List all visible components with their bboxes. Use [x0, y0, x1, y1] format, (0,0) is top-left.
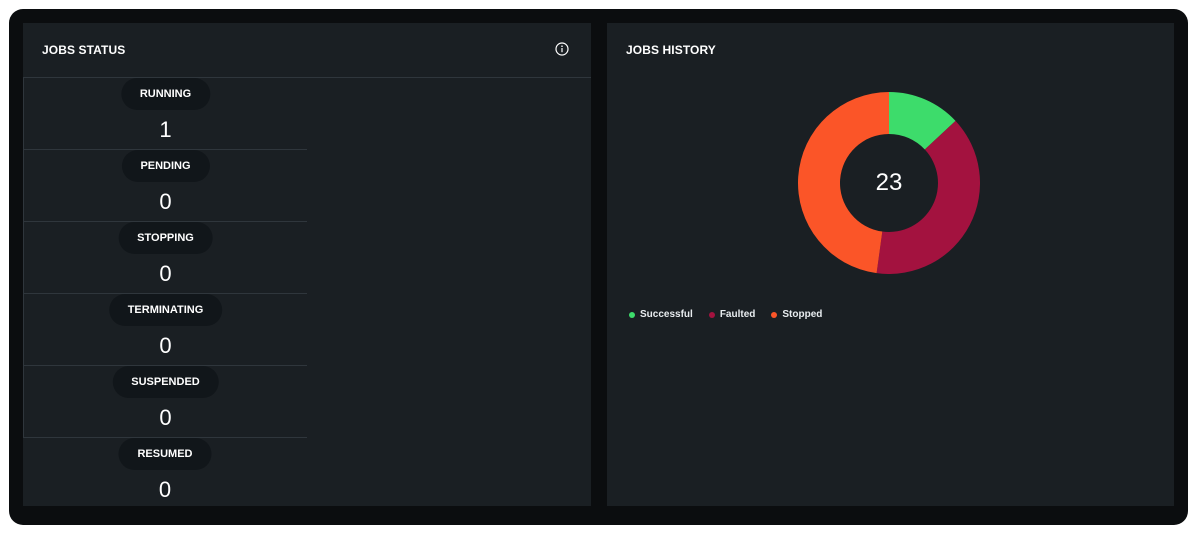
status-item-terminating[interactable]: TERMINATING 0 — [23, 294, 307, 366]
legend-dot-icon — [771, 311, 778, 318]
jobs-status-panel: JOBS STATUS RUNNING 1 PENDING 0 STOPPING… — [23, 23, 591, 506]
status-item-resumed[interactable]: RESUMED 0 — [23, 438, 307, 510]
legend-item-faulted[interactable]: Faulted — [708, 309, 756, 320]
jobs-history-panel: JOBS HISTORY 23 Successful Faulted Stopped — [607, 23, 1174, 506]
legend-dot-icon — [708, 311, 715, 318]
legend-label: Successful — [640, 309, 693, 320]
jobs-status-title: JOBS STATUS — [42, 43, 126, 57]
status-count: 0 — [159, 261, 172, 286]
status-pill-label[interactable]: RESUMED — [118, 438, 212, 470]
legend-item-successful[interactable]: Successful — [629, 309, 693, 320]
status-pill-label[interactable]: RUNNING — [120, 78, 211, 110]
info-circle-icon[interactable] — [555, 42, 569, 56]
jobs-history-donut-chart — [798, 92, 980, 274]
status-pill-label[interactable]: TERMINATING — [108, 294, 223, 326]
jobs-history-title: JOBS HISTORY — [626, 43, 716, 57]
status-item-running[interactable]: RUNNING 1 — [23, 78, 307, 150]
status-item-stopping[interactable]: STOPPING 0 — [23, 222, 307, 294]
legend-dot-icon — [629, 311, 635, 318]
status-pill-label[interactable]: SUSPENDED — [112, 366, 219, 398]
status-count: 0 — [159, 405, 172, 430]
status-pill-label[interactable]: PENDING — [121, 150, 210, 182]
status-count: 1 — [159, 117, 172, 142]
status-list: RUNNING 1 PENDING 0 STOPPING 0 TERMINATI… — [23, 78, 307, 510]
status-count: 0 — [158, 477, 172, 502]
donut-slice-stopped[interactable] — [798, 92, 889, 274]
legend-item-stopped[interactable]: Stopped — [771, 309, 822, 320]
chart-legend: Successful Faulted Stopped — [629, 309, 822, 320]
status-pill-label[interactable]: STOPPING — [118, 222, 213, 254]
status-count: 0 — [159, 333, 172, 358]
legend-label: Stopped — [782, 309, 823, 320]
status-count: 0 — [159, 189, 172, 214]
status-item-pending[interactable]: PENDING 0 — [23, 150, 307, 222]
legend-label: Faulted — [719, 309, 756, 320]
status-item-suspended[interactable]: SUSPENDED 0 — [23, 366, 307, 438]
